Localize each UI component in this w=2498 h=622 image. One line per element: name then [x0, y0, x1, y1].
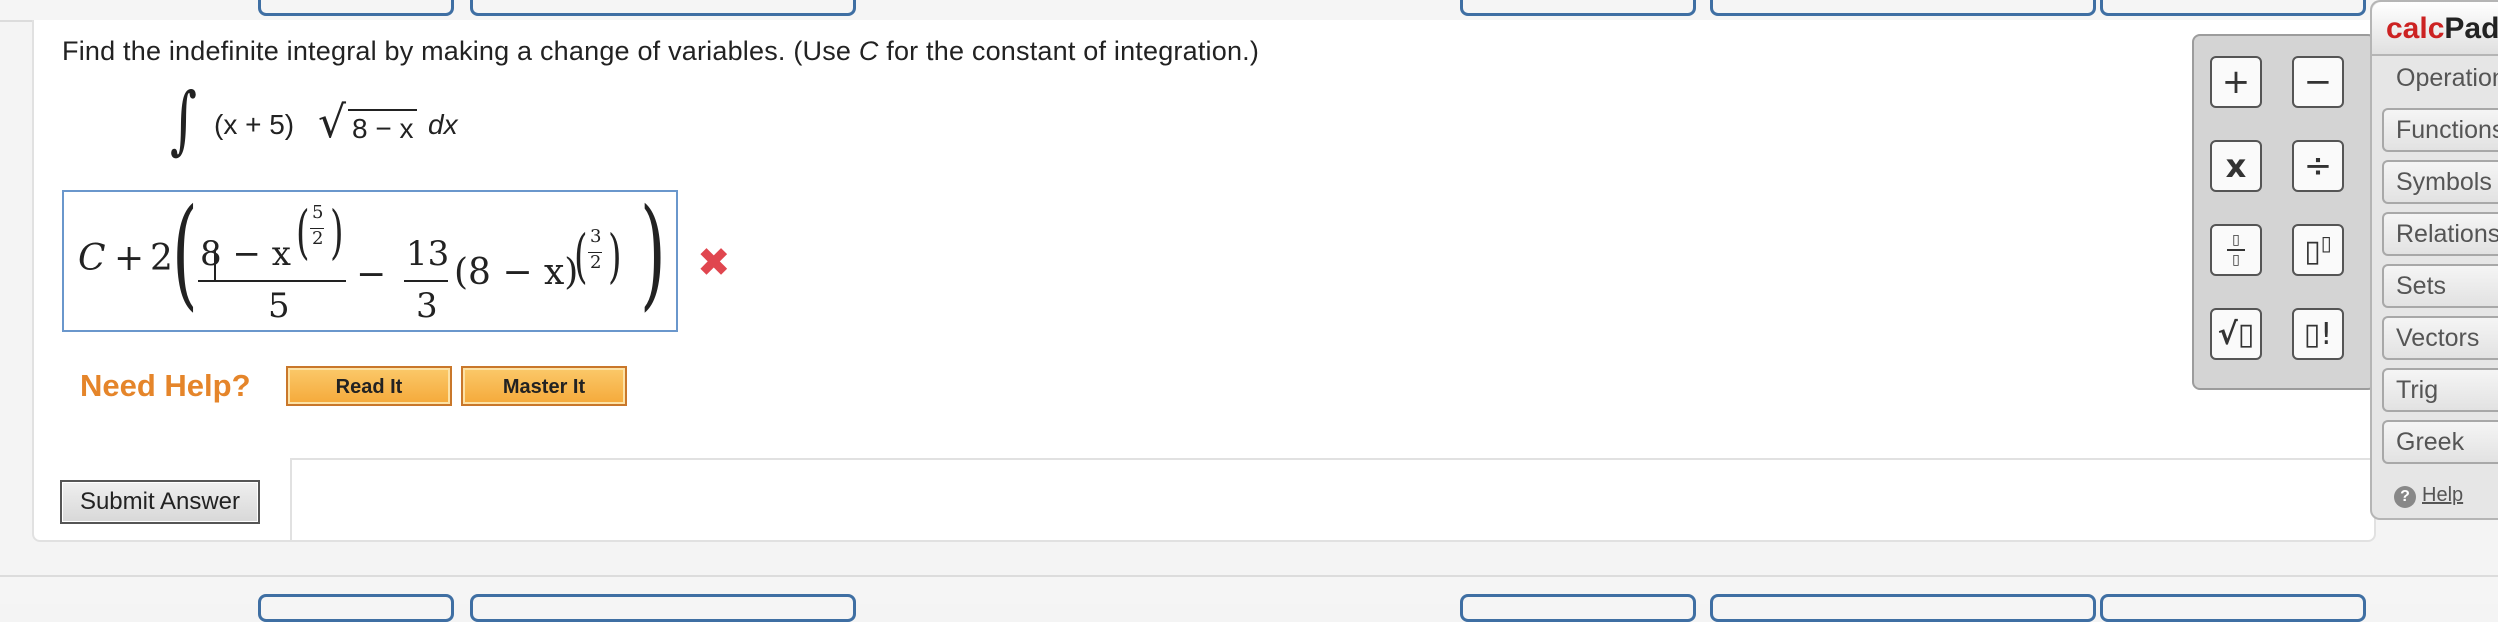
- term1-exp-numerator: 5: [312, 202, 324, 223]
- calcpad-title-calc: calc: [2386, 12, 2445, 45]
- bottom-tab-1[interactable]: [258, 594, 454, 622]
- bottom-tab-4[interactable]: [1710, 594, 2096, 622]
- term2-coef-fraction-bar: [404, 280, 448, 282]
- term2-coef-denominator: 3: [416, 286, 438, 326]
- top-tab-2[interactable]: [470, 0, 856, 16]
- card-divider-vertical: [290, 458, 292, 540]
- tab-trig[interactable]: Trig: [2382, 368, 2498, 412]
- question-text-end: for the constant of integration.): [878, 36, 1260, 66]
- power-key[interactable]: ▯▯: [2292, 224, 2344, 276]
- sqrt-key[interactable]: √▯: [2210, 308, 2262, 360]
- term1-numerator: 8 − x: [200, 234, 291, 274]
- times-key[interactable]: x: [2210, 140, 2262, 192]
- question-prompt: Find the indefinite integral by making a…: [62, 36, 1259, 67]
- radicand: 8 − x: [348, 109, 418, 145]
- sqrt-icon: √▯: [2217, 316, 2255, 352]
- term2-exp-denominator: 2: [590, 252, 602, 273]
- top-tab-1[interactable]: [258, 0, 454, 16]
- question-text-start: Find the indefinite integral by making a…: [62, 36, 859, 66]
- wrong-x-icon: ✖: [697, 240, 731, 286]
- help-label: Help: [2422, 484, 2464, 506]
- bottom-tab-5[interactable]: [2100, 594, 2366, 622]
- left-big-paren: (: [172, 184, 198, 323]
- tab-vectors[interactable]: Vectors: [2382, 316, 2498, 360]
- bottom-tab-2[interactable]: [470, 594, 856, 622]
- term2-exp-left-paren: (: [574, 222, 588, 290]
- bottom-tab-3[interactable]: [1460, 594, 1696, 622]
- right-big-paren: ): [640, 184, 666, 323]
- power-icon: ▯▯: [2304, 231, 2332, 269]
- top-tab-3[interactable]: [1460, 0, 1696, 16]
- divide-key[interactable]: ÷: [2292, 140, 2344, 192]
- integrand-prefix: (x + 5): [214, 109, 295, 140]
- factorial-icon: ▯!: [2303, 316, 2333, 352]
- term1-fraction-bar: [198, 280, 346, 282]
- answer-input[interactable]: C + 2 ( 8 − x ( 5 2 ) 5 − 13 3 (8 − x) (…: [62, 184, 678, 332]
- help-icon: ?: [2394, 486, 2416, 508]
- term1-exp-right-paren: ): [330, 198, 344, 266]
- sqrt-icon: √: [318, 97, 347, 148]
- top-tab-5[interactable]: [2100, 0, 2366, 16]
- term1-exp-denominator: 2: [312, 228, 324, 249]
- calcpad-keypad: + − x ÷ ▯ ▯ ▯▯ √▯ ▯!: [2192, 34, 2376, 390]
- calcpad-panel: calcPad Operations Functions Symbols Rel…: [2370, 0, 2498, 520]
- top-tab-4[interactable]: [1710, 0, 2096, 16]
- answer-operator: −: [356, 254, 387, 295]
- calcpad-title-pad: Pad: [2444, 12, 2498, 45]
- factorial-key[interactable]: ▯!: [2292, 308, 2344, 360]
- calcpad-title: calcPad: [2386, 12, 2498, 46]
- master-it-button[interactable]: Master It: [461, 366, 627, 406]
- fraction-key[interactable]: ▯ ▯: [2210, 224, 2262, 276]
- tab-greek[interactable]: Greek: [2382, 420, 2498, 464]
- term1-exp-left-paren: (: [296, 198, 310, 266]
- term2-exp-numerator: 3: [590, 226, 602, 247]
- answer-plus: +: [114, 238, 145, 279]
- differential: dx: [428, 109, 458, 140]
- plus-key[interactable]: +: [2210, 56, 2262, 108]
- bottom-toolbar-strip: [0, 575, 2498, 622]
- tab-operations[interactable]: Operations: [2382, 56, 2498, 100]
- term2-coef-numerator: 13: [406, 234, 450, 274]
- read-it-button[interactable]: Read It: [286, 366, 452, 406]
- fraction-icon: ▯ ▯: [2227, 233, 2245, 267]
- tab-symbols[interactable]: Symbols: [2382, 160, 2498, 204]
- top-toolbar-strip: [0, 0, 2498, 22]
- integral-sign: ∫: [170, 77, 197, 163]
- tab-functions[interactable]: Functions: [2382, 108, 2498, 152]
- term2-exp-right-paren: ): [608, 222, 622, 290]
- tab-sets[interactable]: Sets: [2382, 264, 2498, 308]
- card-divider: [290, 458, 2390, 460]
- term1-denominator: 5: [268, 286, 290, 326]
- submit-answer-button[interactable]: Submit Answer: [60, 480, 260, 524]
- minus-key[interactable]: −: [2292, 56, 2344, 108]
- need-help-label: Need Help?: [80, 368, 251, 403]
- constant-symbol: C: [858, 36, 879, 66]
- answer-constant: C: [78, 238, 106, 279]
- answer-coefficient: 2: [150, 238, 173, 279]
- tab-relations[interactable]: Relations: [2382, 212, 2498, 256]
- term2-base: (8 − x): [454, 252, 579, 293]
- calcpad-help-link[interactable]: ? Help: [2394, 484, 2463, 508]
